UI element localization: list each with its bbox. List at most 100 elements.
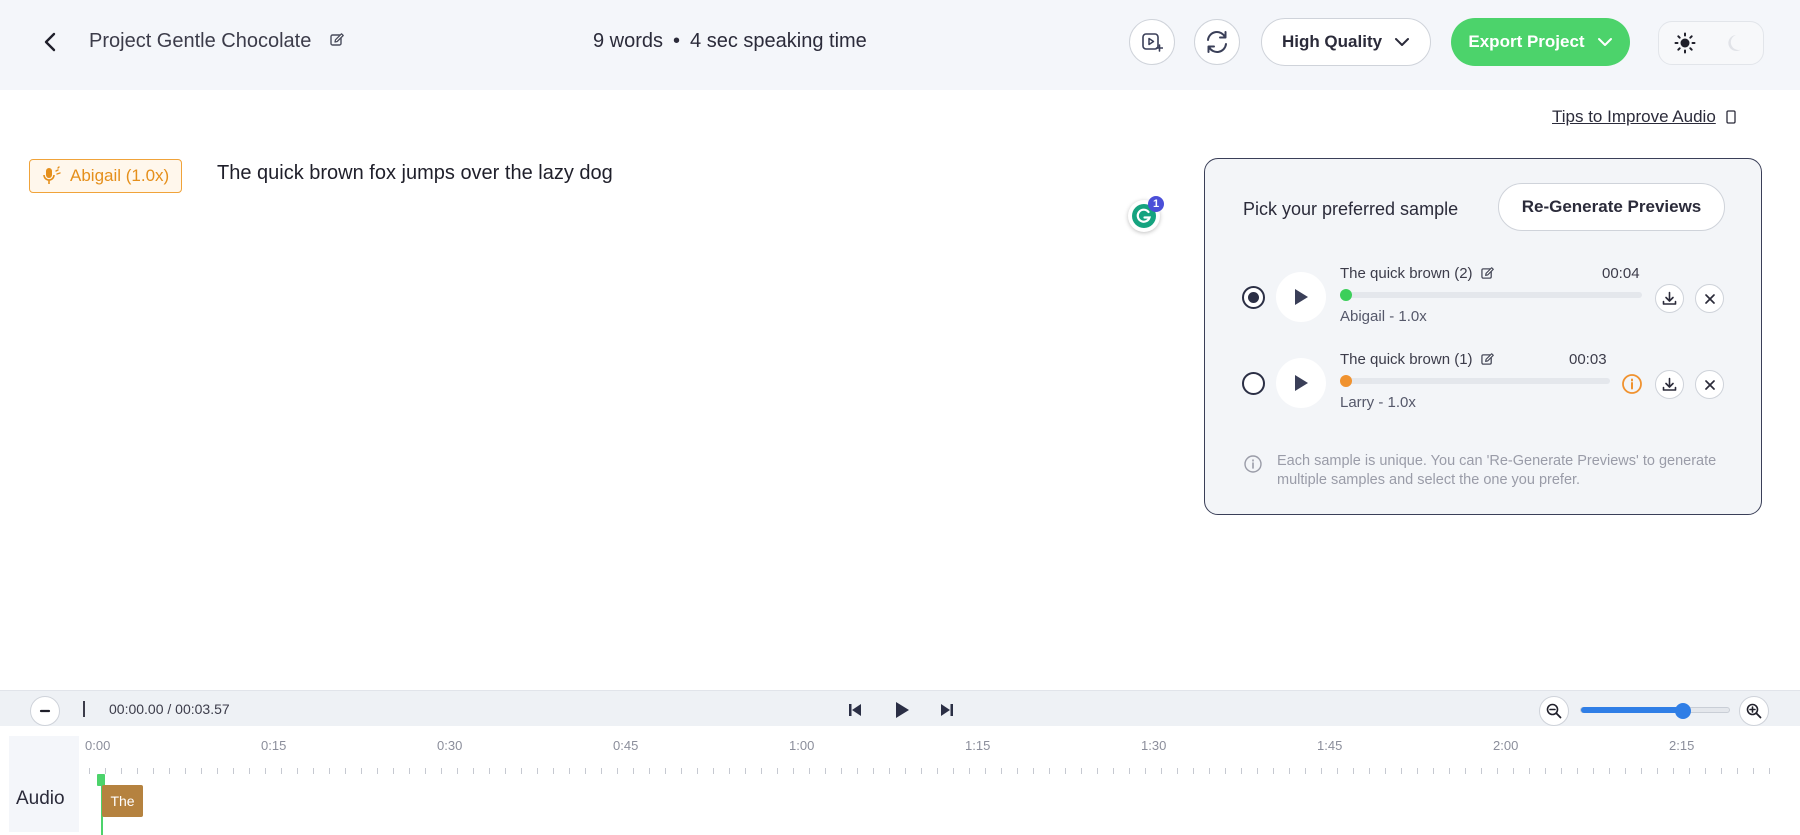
sample-radio[interactable] [1242, 372, 1265, 395]
sample-progress-track[interactable] [1340, 289, 1642, 301]
sample-voice: Abigail - 1.0x [1340, 308, 1427, 325]
zoom-in-button[interactable] [1739, 696, 1769, 726]
pencil-square-icon[interactable] [1480, 267, 1494, 280]
chevron-left-icon [44, 32, 56, 52]
project-title: Project Gentle Chocolate [89, 30, 312, 52]
quality-label: High Quality [1281, 32, 1383, 51]
skip-back-button[interactable] [843, 699, 867, 721]
sample-radio-selected[interactable] [1242, 286, 1265, 309]
timeline-tick [825, 768, 826, 774]
pencil-square-icon [330, 33, 344, 46]
timeline-tick [809, 768, 810, 774]
sample-warning-button[interactable] [1621, 373, 1643, 400]
download-sample-button[interactable] [1655, 284, 1684, 313]
timeline-tick [105, 768, 106, 774]
audio-clip[interactable]: The [102, 785, 143, 817]
grammarly-badge: 1 [1148, 196, 1164, 212]
timeline-tick [1449, 768, 1450, 774]
timeline-tick [553, 768, 554, 774]
timeline-tick [1433, 768, 1434, 774]
dark-mode-option[interactable] [1711, 21, 1763, 65]
timeline-tick [1049, 768, 1050, 774]
timeline-tick [1593, 768, 1594, 774]
play-icon [1295, 375, 1308, 391]
sample-progress-knob[interactable] [1340, 289, 1352, 301]
timeline-tick [1257, 768, 1258, 774]
timeline-tick [617, 768, 618, 774]
timeline-tick [169, 768, 170, 774]
refresh-button[interactable] [1194, 19, 1240, 65]
chevron-down-icon [1597, 38, 1612, 46]
sample-row: The quick brown (1) 00:03 Larry - 1.0x [1205, 343, 1763, 423]
timeline-tick [249, 768, 250, 774]
timeline-tick [1369, 768, 1370, 774]
editor-text-block[interactable]: The quick brown fox jumps over the lazy … [217, 162, 613, 185]
panel-note: Each sample is unique. You can 'Re-Gener… [1243, 452, 1723, 490]
video-add-icon [1142, 33, 1163, 52]
timeline-tick [1065, 768, 1066, 774]
timeline-tick [713, 768, 714, 774]
timeline-tick [89, 768, 90, 774]
grammarly-button[interactable]: 1 [1128, 196, 1164, 232]
timeline-tick [1705, 768, 1706, 774]
zoom-slider-thumb[interactable] [1675, 703, 1691, 719]
sample-row: The quick brown (2) 00:04 Abigail - 1.0x [1205, 257, 1763, 337]
timeline-tick [1193, 768, 1194, 774]
export-project-button[interactable]: Export Project [1451, 18, 1630, 66]
theme-toggle [1658, 21, 1764, 65]
timeline-tick-label: 0:15 [261, 738, 287, 753]
timeline-tick [665, 768, 666, 774]
collapse-button[interactable] [30, 696, 60, 726]
pencil-square-icon[interactable] [1480, 353, 1494, 366]
quality-select[interactable]: High Quality [1261, 18, 1431, 66]
timeline-tick [681, 768, 682, 774]
tips-link-label: Tips to Improve Audio [1552, 107, 1716, 126]
timeline-tick [457, 768, 458, 774]
sample-progress-track[interactable] [1340, 375, 1610, 387]
back-button[interactable] [36, 28, 64, 56]
sample-name-label: The quick brown (2) [1340, 265, 1473, 282]
timeline-ruler[interactable]: 0:00 0:15 0:30 0:45 1:00 1:15 1:30 1:45 2:00 2:15 [85, 738, 1787, 778]
tips-to-improve-audio-link[interactable]: Tips to Improve Audio [1552, 107, 1736, 127]
timeline-tick [921, 768, 922, 774]
timeline-tick [1625, 768, 1626, 774]
voice-tag-abigail[interactable]: Abigail (1.0x) [29, 159, 183, 193]
timeline-tick [1417, 768, 1418, 774]
play-button[interactable] [890, 699, 914, 721]
sample-progress-knob[interactable] [1340, 375, 1352, 387]
light-mode-option[interactable] [1659, 21, 1711, 65]
timeline-tick [393, 768, 394, 774]
timeline-tick [153, 768, 154, 774]
timeline-tick [873, 768, 874, 774]
timeline-tick [1033, 768, 1034, 774]
sample-play-button[interactable] [1276, 272, 1326, 322]
timeline-tick [649, 768, 650, 774]
timeline-tick [841, 768, 842, 774]
sample-play-button[interactable] [1276, 358, 1326, 408]
timeline-tick [1577, 768, 1578, 774]
timeline-tick [1673, 768, 1674, 774]
timeline-tick [185, 768, 186, 774]
timeline-tick [793, 768, 794, 774]
timeline-tick [1161, 768, 1162, 774]
info-warning-icon [1622, 374, 1642, 394]
download-sample-button[interactable] [1655, 370, 1684, 399]
zoom-out-button[interactable] [1539, 696, 1569, 726]
zoom-slider[interactable] [1580, 703, 1730, 719]
timeline-tick [473, 768, 474, 774]
timeline-tick [1305, 768, 1306, 774]
timeline-tick [1289, 768, 1290, 774]
download-icon [1662, 291, 1677, 305]
timeline-tick-label: 1:00 [789, 738, 815, 753]
timeline-tick [1561, 768, 1562, 774]
regenerate-previews-button[interactable]: Re-Generate Previews [1498, 183, 1725, 231]
skip-forward-button[interactable] [935, 699, 959, 721]
delete-sample-button[interactable] [1695, 284, 1724, 313]
edit-title-button[interactable] [330, 33, 344, 52]
timeline-tick [585, 768, 586, 774]
moon-icon [1728, 35, 1741, 51]
timeline-tick-label: 0:30 [437, 738, 463, 753]
player-bar: 00:00.00 / 00:03.57 [0, 690, 1800, 726]
delete-sample-button[interactable] [1695, 370, 1724, 399]
add-video-button[interactable] [1129, 19, 1175, 65]
